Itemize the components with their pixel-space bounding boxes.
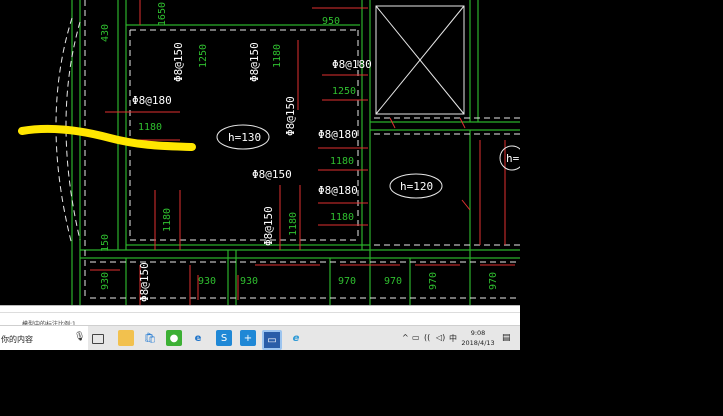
volume-icon[interactable]: ◁) — [436, 333, 445, 342]
dim-label: 930 — [240, 276, 258, 287]
side-dim-label: 430 — [100, 24, 111, 42]
drawing-labels: 1650 950 430 Φ8@150 Φ8@150 Φ8@180 Φ8@180… — [100, 2, 520, 302]
screen: 1650 950 430 Φ8@150 Φ8@150 Φ8@180 Φ8@180… — [0, 0, 520, 350]
dim-label: 1250 — [198, 44, 209, 68]
slab-thickness-markers — [216, 124, 520, 199]
rebar-label: Φ8@150 — [252, 168, 292, 181]
notification-icon[interactable]: ▤ — [502, 333, 511, 343]
task-view-icon[interactable] — [92, 334, 104, 344]
chevron-up-icon[interactable]: ^ — [402, 333, 409, 342]
taskbar-clock[interactable]: 9:08 2018/4/13 — [458, 328, 498, 348]
dim-label: 930 — [198, 276, 216, 287]
clock-time: 9:08 — [470, 329, 486, 337]
store-icon[interactable]: 🛍 — [142, 330, 158, 346]
microphone-icon[interactable]: 🎙 — [74, 332, 85, 342]
dim-label: 970 — [488, 272, 499, 290]
dim-label: 1180 — [162, 208, 173, 232]
app-icon[interactable]: + — [240, 330, 256, 346]
rebar-extent-lines — [90, 0, 515, 305]
elevator-shaft — [375, 5, 465, 115]
slab-dashed-outline — [84, 0, 520, 300]
dim-label: 1180 — [330, 212, 354, 223]
dim-label: 970 — [338, 276, 356, 287]
dim-label: 970 — [428, 272, 439, 290]
wechat-icon[interactable]: ● — [166, 330, 182, 346]
clock-date: 2018/4/13 — [461, 339, 495, 347]
dim-label: 1180 — [272, 44, 283, 68]
rebar-label: Φ8@180 — [318, 184, 358, 197]
taskbar-search-box[interactable]: 你的内容 🎙 — [0, 326, 88, 350]
rebar-label: Φ8@150 — [172, 42, 185, 82]
dim-label: 1250 — [332, 86, 356, 97]
top-dim-label: 1650 — [157, 2, 168, 26]
windows-taskbar: 你的内容 🎙 🛍 ● e S + ▭ e ^ ▭ (( ◁) 中 9:08 20… — [0, 325, 520, 350]
dim-label: 1180 — [288, 212, 299, 236]
search-text: 你的内容 — [1, 335, 33, 344]
rebar-label: Φ8@180 — [318, 128, 358, 141]
cad-drawing-canvas[interactable]: 1650 950 430 Φ8@150 Φ8@150 Φ8@180 Φ8@180… — [0, 0, 520, 305]
dim-label: 1180 — [138, 122, 162, 133]
app-icon[interactable]: S — [216, 330, 232, 346]
rebar-label: Φ8@150 — [284, 96, 297, 136]
file-explorer-icon[interactable] — [118, 330, 134, 346]
edge-icon[interactable]: e — [190, 330, 206, 346]
ie-icon[interactable]: e — [288, 330, 304, 346]
slab-thickness-label: h= — [506, 152, 520, 165]
rebar-label: Φ8@180 — [132, 94, 172, 107]
wifi-icon[interactable]: (( — [424, 333, 430, 342]
rebar-label: Φ8@180 — [332, 58, 372, 71]
yellow-highlight-annotation — [18, 124, 196, 151]
dim-label: 970 — [384, 276, 402, 287]
dim-label: 1180 — [330, 156, 354, 167]
rebar-label: Φ8@150 — [262, 206, 275, 246]
slab-thickness-label: h=120 — [400, 180, 433, 193]
slab-thickness-label: h=130 — [228, 131, 261, 144]
wall-lines — [71, 0, 520, 305]
ime-indicator[interactable]: 中 — [449, 333, 457, 344]
dim-label: 150 — [100, 234, 111, 252]
status-divider — [0, 312, 520, 313]
cad-icon[interactable]: ▭ — [262, 330, 282, 350]
top-dim-label: 950 — [322, 16, 340, 27]
cad-status-bar: 模型中的标注比例:1 — [0, 305, 520, 328]
network-icon[interactable]: ▭ — [412, 333, 420, 342]
rebar-label: Φ8@150 — [248, 42, 261, 82]
dim-label: 930 — [100, 272, 111, 290]
rebar-label: Φ8@150 — [138, 262, 151, 302]
